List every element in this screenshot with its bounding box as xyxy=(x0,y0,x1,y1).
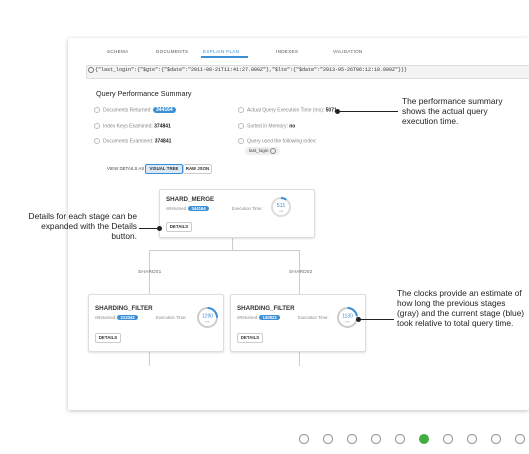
stage-nreturned: nReturned: 344164 xyxy=(166,206,209,211)
tree-connector xyxy=(299,350,300,366)
docs-returned-value: 344164 xyxy=(153,107,176,114)
docs-examined-label: Documents Examined: xyxy=(103,138,154,145)
shard02-label: SHARD02 xyxy=(289,270,313,275)
nreturned-value: 344164 xyxy=(188,206,209,211)
annotation-performance: The performance summary shows the actual… xyxy=(402,96,503,126)
details-button[interactable]: DETAILS xyxy=(237,333,263,343)
details-button[interactable]: DETAILS xyxy=(166,222,192,232)
info-icon xyxy=(238,107,244,113)
info-icon xyxy=(94,107,100,113)
info-icon xyxy=(238,138,244,144)
pager-dot[interactable] xyxy=(395,434,405,444)
pager-dot[interactable] xyxy=(299,434,309,444)
stage-exec-label: Execution Time: xyxy=(298,315,329,320)
docs-examined-value: 374841 xyxy=(154,138,172,145)
tree-connector xyxy=(149,350,150,366)
pager-dot[interactable] xyxy=(419,434,429,444)
callout-line xyxy=(360,319,394,320)
summary-title: Query Performance Summary xyxy=(96,89,192,98)
index-used-row: Query used the following index: xyxy=(238,138,317,144)
exec-time-row: Actual Query Execution Time (ms): 5071 xyxy=(238,107,337,113)
stage-exec-label: Execution Time: xyxy=(156,315,187,320)
stage-title: SHARD_MERGE xyxy=(166,196,215,203)
tab-schema[interactable]: SCHEMA xyxy=(107,49,128,54)
stage-title: SHARDING_FILTER xyxy=(95,305,153,312)
annotation-clocks: The clocks provide an estimate of how lo… xyxy=(397,288,525,328)
exec-time-label: Actual Query Execution Time (ms): xyxy=(247,107,325,114)
index-keys-value: 374841 xyxy=(154,123,171,130)
callout-dot xyxy=(157,226,162,231)
docs-returned-row: Documents Returned: 344164 xyxy=(94,107,176,114)
query-history-icon[interactable] xyxy=(88,67,94,73)
pager-dot[interactable] xyxy=(515,434,525,444)
view-details-label: VIEW DETAILS AS xyxy=(107,166,145,171)
info-icon xyxy=(94,123,100,129)
index-info-icon[interactable] xyxy=(269,148,276,154)
index-keys-row: Index Keys Examined: 374841 xyxy=(94,123,171,129)
info-icon xyxy=(94,138,100,144)
stage-exec-label: Execution Time: xyxy=(232,206,263,211)
nreturned-label: nReturned: xyxy=(95,315,117,320)
tree-connector xyxy=(232,236,233,250)
index-keys-label: Index Keys Examined: xyxy=(103,123,153,130)
tab-explain-plan[interactable]: EXPLAIN PLAN xyxy=(203,49,239,54)
pager-dot[interactable] xyxy=(371,434,381,444)
query-text[interactable]: {"last_login":{"$gte":{"$date":"2011-08-… xyxy=(95,67,407,73)
info-icon xyxy=(238,123,244,129)
sorted-row: Sorted in Memory: no xyxy=(238,123,295,129)
stage-title: SHARDING_FILTER xyxy=(237,305,295,312)
sorted-value: no xyxy=(289,123,296,130)
clock-icon: 1290 ms xyxy=(197,307,218,328)
pager-dot[interactable] xyxy=(347,434,357,444)
index-used-label: Query used the following index: xyxy=(247,138,317,145)
details-button[interactable]: DETAILS xyxy=(95,333,121,343)
nreturned-label: nReturned: xyxy=(166,206,188,211)
docs-returned-label: Documents Returned: xyxy=(103,107,152,114)
tab-validation[interactable]: VALIDATION xyxy=(333,49,363,54)
clock-unit: ms xyxy=(279,209,283,213)
tab-indexes[interactable]: INDEXES xyxy=(276,49,298,54)
clock-unit: ms xyxy=(206,320,210,324)
tab-documents[interactable]: DOCUMENTS xyxy=(156,49,188,54)
nreturned-value: 130822 xyxy=(259,315,280,320)
clock-icon: 511 ms xyxy=(271,197,291,217)
docs-examined-row: Documents Examined: 374841 xyxy=(94,138,171,144)
index-name: last_login xyxy=(249,148,269,154)
nreturned-label: nReturned: xyxy=(237,315,259,320)
clock-unit: ms xyxy=(346,320,350,324)
pager-dot[interactable] xyxy=(443,434,453,444)
annotation-details: Details for each stage can be expanded w… xyxy=(28,211,137,241)
pager-dot[interactable] xyxy=(323,434,333,444)
stage-nreturned: nReturned: 130822 xyxy=(237,315,280,320)
index-pill[interactable]: last_login xyxy=(245,147,280,155)
stage-nreturned: nReturned: 213342 xyxy=(95,315,138,320)
pager-dot[interactable] xyxy=(467,434,477,444)
active-tab-indicator xyxy=(201,56,248,58)
pager-dot[interactable] xyxy=(491,434,501,444)
raw-json-button[interactable]: RAW JSON xyxy=(183,164,212,174)
nreturned-value: 213342 xyxy=(117,315,138,320)
visual-tree-button[interactable]: VISUAL TREE xyxy=(145,164,183,174)
callout-line xyxy=(340,111,398,112)
shard01-label: SHARD01 xyxy=(138,270,162,275)
tree-connector xyxy=(149,250,299,251)
sorted-label: Sorted in Memory: xyxy=(247,123,288,130)
